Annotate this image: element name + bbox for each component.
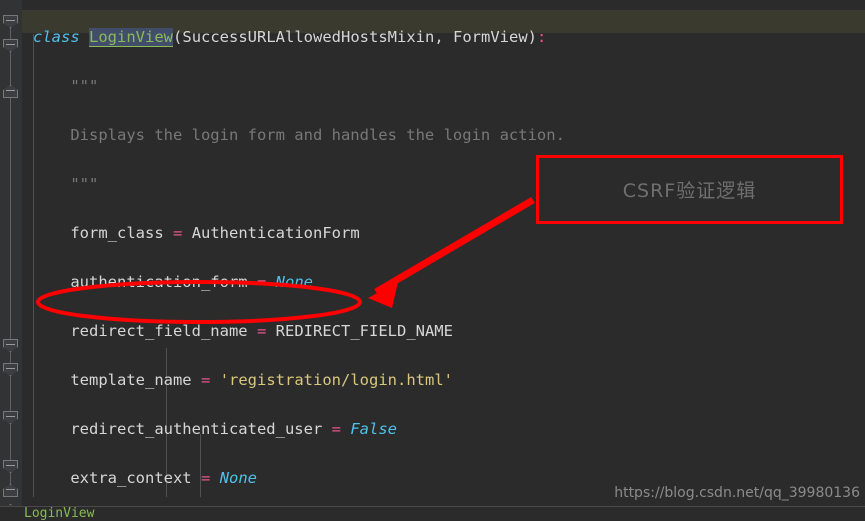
watermark-text: https://blog.csdn.net/qq_39980136 bbox=[614, 485, 860, 501]
fold-marker-shape bbox=[3, 339, 18, 352]
fold-marker-minus-icon bbox=[6, 90, 15, 91]
fold-marker-minus-icon bbox=[6, 44, 15, 45]
fold-marker-docstring-end[interactable] bbox=[3, 85, 18, 98]
code-editor-area[interactable]: class LoginView(SuccessURLAllowedHostsMi… bbox=[22, 0, 865, 507]
fold-marker-shape bbox=[3, 39, 18, 52]
code-line-6[interactable]: authentication_form = None bbox=[22, 270, 865, 295]
code-line-3[interactable]: Displays the login form and handles the … bbox=[22, 123, 865, 148]
fold-marker-minus-icon bbox=[6, 368, 15, 369]
fold-marker-shape bbox=[3, 363, 18, 376]
breadcrumb-loginview[interactable]: LoginView bbox=[24, 507, 94, 521]
fold-marker-minus-icon bbox=[6, 416, 15, 417]
code-text[interactable]: class LoginView(SuccessURLAllowedHostsMi… bbox=[22, 0, 865, 507]
fold-marker-shape bbox=[3, 85, 18, 98]
breadcrumb-bar[interactable]: LoginView bbox=[0, 506, 865, 521]
fold-marker-minus-icon bbox=[6, 344, 15, 345]
fold-marker-minus-icon bbox=[6, 489, 15, 490]
fold-marker-raise[interactable] bbox=[3, 460, 18, 473]
fold-marker-dispatch[interactable] bbox=[3, 339, 18, 352]
fold-marker-shape bbox=[3, 484, 18, 497]
ide-code-editor-window: class LoginView(SuccessURLAllowedHostsMi… bbox=[0, 0, 865, 521]
callout-box-label: CSRF验证逻辑 bbox=[622, 180, 757, 202]
fold-marker-class[interactable] bbox=[3, 15, 18, 28]
code-line-8[interactable]: template_name = 'registration/login.html… bbox=[22, 368, 865, 393]
code-line-9[interactable]: redirect_authenticated_user = False bbox=[22, 417, 865, 442]
fold-marker-minus-icon bbox=[6, 465, 15, 466]
fold-marker-shape bbox=[3, 15, 18, 28]
callout-box: CSRF验证逻辑 bbox=[536, 155, 843, 224]
fold-marker-shape bbox=[3, 460, 18, 473]
fold-marker-inner-if[interactable] bbox=[3, 411, 18, 424]
fold-marker-docstring-start[interactable] bbox=[3, 39, 18, 52]
code-line-2[interactable]: """ bbox=[22, 74, 865, 99]
fold-marker-raise-end[interactable] bbox=[3, 484, 18, 497]
code-line-1[interactable]: class LoginView(SuccessURLAllowedHostsMi… bbox=[22, 25, 865, 50]
editor-gutter[interactable] bbox=[0, 0, 23, 521]
fold-marker-shape bbox=[3, 411, 18, 424]
code-line-7[interactable]: redirect_field_name = REDIRECT_FIELD_NAM… bbox=[22, 319, 865, 344]
fold-marker-if-block[interactable] bbox=[3, 363, 18, 376]
code-line-5[interactable]: form_class = AuthenticationForm bbox=[22, 221, 865, 246]
fold-marker-minus-icon bbox=[6, 20, 15, 21]
